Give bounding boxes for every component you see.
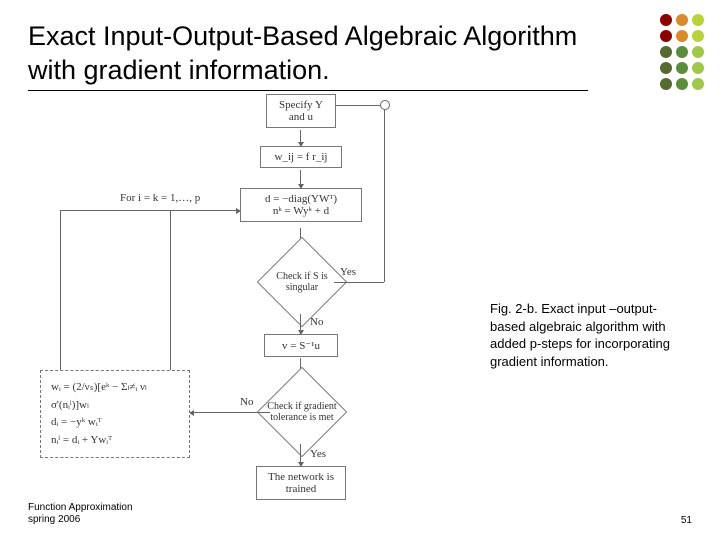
box-w-eq: w_ij = f r_ij — [260, 146, 342, 168]
eq-n-line: nᵢˡ = dᵢ + Ywᵢᵀ — [51, 432, 179, 450]
diamond-check-grad: Check if gradient tolerance is met — [257, 367, 348, 458]
eq-d-line: dᵢ = −yᵏ wᵢᵀ — [51, 414, 179, 432]
box-trained: The network is trained — [256, 466, 346, 500]
label-no-grad: No — [240, 396, 253, 408]
box-side-loop: wᵢ = (2/νₛ)[eᵏ − Σₗ≠ᵢ νₗ σ'(nᵢˡ)]wₗ dᵢ =… — [40, 370, 190, 458]
label-yes-grad: Yes — [310, 448, 326, 460]
box-v-eq: v = S⁻¹u — [264, 334, 338, 357]
corner-dot-grid — [660, 14, 706, 92]
figure-caption: Fig. 2-b. Exact input –output-based alge… — [490, 300, 680, 370]
label-yes-singular: Yes — [340, 266, 356, 278]
eq-w-line: wᵢ = (2/νₛ)[eᵏ − Σₗ≠ᵢ νₗ σ'(nᵢˡ)]wₗ — [51, 379, 179, 414]
box-d-eq: d = −diag(YWᵀ) nᵏ = Wyᵏ + d — [240, 188, 362, 222]
box-specify: Specify Y and u — [266, 94, 336, 128]
slide-title: Exact Input-Output-Based Algebraic Algor… — [28, 20, 588, 91]
footer-page-number: 51 — [681, 515, 692, 526]
footer-left: Function Approximation spring 2006 — [28, 502, 133, 526]
label-for-loop: For i = k = 1,…, p — [120, 192, 200, 204]
label-no-singular: No — [310, 316, 323, 328]
loop-junction — [380, 100, 390, 110]
flowchart: Specify Y and u w_ij = f r_ij d = −diag(… — [80, 100, 440, 530]
